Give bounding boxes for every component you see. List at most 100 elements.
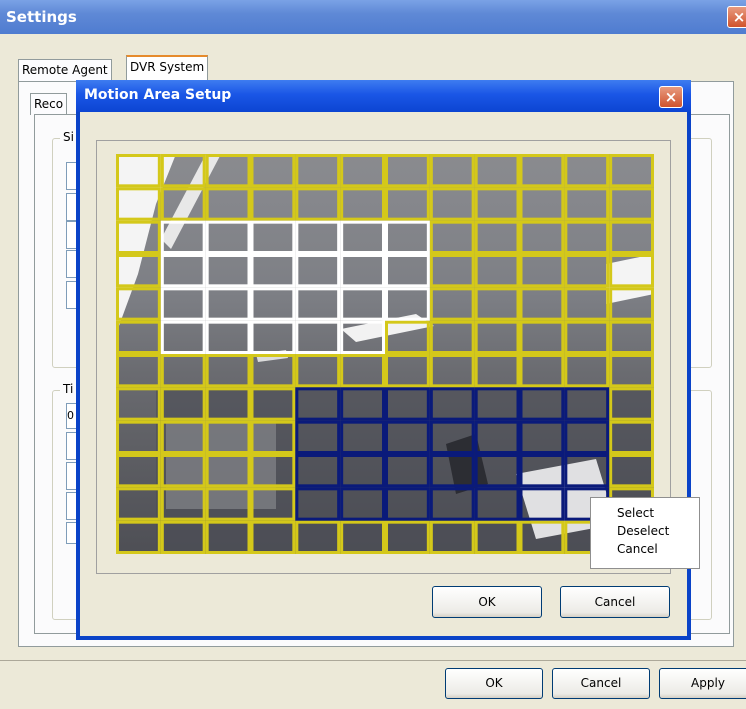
grid-cell-default[interactable] — [160, 154, 206, 188]
grid-cell-default[interactable] — [250, 420, 296, 455]
grid-cell-masked[interactable] — [519, 454, 565, 488]
grid-cell-masked[interactable] — [385, 454, 430, 488]
motion-ok-button[interactable]: OK — [432, 586, 542, 618]
grid-cell-default[interactable] — [474, 220, 520, 254]
grid-cell-selected[interactable] — [385, 287, 430, 321]
grid-cell-default[interactable] — [116, 287, 161, 321]
grid-cell-default[interactable] — [385, 520, 430, 554]
grid-cell-selected[interactable] — [160, 320, 206, 354]
grid-cell-masked[interactable] — [295, 420, 341, 455]
grid-cell-default[interactable] — [205, 387, 251, 421]
grid-cell-default[interactable] — [474, 354, 520, 388]
grid-cell-default[interactable] — [474, 154, 520, 188]
grid-cell-selected[interactable] — [385, 254, 430, 288]
tab-dvr-system[interactable]: DVR System — [126, 55, 209, 81]
grid-cell-default[interactable] — [116, 320, 161, 354]
grid-cell-masked[interactable] — [564, 387, 610, 421]
grid-cell-default[interactable] — [609, 220, 654, 254]
grid-cell-default[interactable] — [564, 354, 610, 388]
grid-cell-default[interactable] — [609, 254, 654, 288]
settings-cancel-button[interactable]: Cancel — [552, 668, 650, 699]
grid-cell-default[interactable] — [609, 387, 654, 421]
motion-grid[interactable] — [116, 154, 654, 554]
grid-cell-default[interactable] — [519, 154, 565, 188]
grid-cell-default[interactable] — [609, 287, 654, 321]
grid-cell-default[interactable] — [519, 287, 565, 321]
grid-cell-default[interactable] — [609, 320, 654, 354]
camera-preview[interactable] — [116, 154, 654, 554]
grid-cell-selected[interactable] — [295, 254, 341, 288]
grid-cell-default[interactable] — [474, 320, 520, 354]
grid-cell-masked[interactable] — [519, 487, 565, 521]
grid-cell-default[interactable] — [205, 187, 251, 221]
grid-cell-default[interactable] — [519, 354, 565, 388]
grid-cell-default[interactable] — [205, 520, 251, 554]
grid-cell-default[interactable] — [609, 454, 654, 488]
grid-cell-default[interactable] — [250, 354, 296, 388]
grid-cell-default[interactable] — [205, 354, 251, 388]
grid-cell-selected[interactable] — [340, 254, 385, 288]
grid-cell-masked[interactable] — [474, 387, 520, 421]
grid-cell-default[interactable] — [160, 420, 206, 455]
grid-cell-masked[interactable] — [429, 387, 475, 421]
grid-cell-default[interactable] — [429, 520, 475, 554]
grid-cell-default[interactable] — [340, 354, 385, 388]
grid-cell-selected[interactable] — [160, 287, 206, 321]
grid-cell-default[interactable] — [519, 254, 565, 288]
grid-cell-masked[interactable] — [340, 454, 385, 488]
grid-cell-default[interactable] — [250, 154, 296, 188]
grid-cell-masked[interactable] — [295, 387, 341, 421]
grid-cell-default[interactable] — [429, 354, 475, 388]
grid-cell-default[interactable] — [519, 520, 565, 554]
motion-close-button[interactable]: × — [659, 86, 683, 108]
menu-item-cancel[interactable]: Cancel — [591, 540, 699, 558]
grid-cell-default[interactable] — [295, 187, 341, 221]
grid-cell-selected[interactable] — [340, 320, 385, 354]
grid-cell-selected[interactable] — [205, 320, 251, 354]
grid-cell-default[interactable] — [340, 187, 385, 221]
grid-cell-selected[interactable] — [205, 220, 251, 254]
grid-cell-default[interactable] — [385, 154, 430, 188]
grid-cell-default[interactable] — [205, 454, 251, 488]
grid-cell-default[interactable] — [519, 220, 565, 254]
grid-cell-masked[interactable] — [340, 387, 385, 421]
grid-cell-default[interactable] — [116, 354, 161, 388]
grid-cell-default[interactable] — [519, 320, 565, 354]
settings-apply-button[interactable]: Apply — [659, 668, 746, 699]
grid-cell-default[interactable] — [160, 487, 206, 521]
grid-cell-default[interactable] — [205, 154, 251, 188]
grid-cell-default[interactable] — [609, 354, 654, 388]
grid-cell-selected[interactable] — [250, 320, 296, 354]
grid-cell-default[interactable] — [116, 154, 161, 188]
grid-cell-default[interactable] — [250, 187, 296, 221]
grid-cell-default[interactable] — [474, 187, 520, 221]
grid-cell-default[interactable] — [295, 520, 341, 554]
settings-close-button[interactable]: × — [727, 6, 746, 28]
motion-cancel-button[interactable]: Cancel — [560, 586, 670, 618]
grid-cell-default[interactable] — [160, 520, 206, 554]
grid-cell-selected[interactable] — [250, 287, 296, 321]
grid-cell-masked[interactable] — [519, 420, 565, 455]
grid-cell-masked[interactable] — [564, 454, 610, 488]
grid-cell-masked[interactable] — [385, 387, 430, 421]
grid-cell-default[interactable] — [116, 520, 161, 554]
grid-cell-selected[interactable] — [385, 220, 430, 254]
grid-cell-default[interactable] — [250, 520, 296, 554]
grid-cell-default[interactable] — [474, 520, 520, 554]
grid-cell-masked[interactable] — [385, 420, 430, 455]
grid-cell-default[interactable] — [160, 387, 206, 421]
grid-cell-default[interactable] — [116, 254, 161, 288]
grid-cell-default[interactable] — [116, 220, 161, 254]
grid-cell-default[interactable] — [429, 220, 475, 254]
grid-cell-selected[interactable] — [160, 254, 206, 288]
grid-cell-default[interactable] — [429, 287, 475, 321]
grid-cell-default[interactable] — [116, 487, 161, 521]
grid-cell-default[interactable] — [295, 354, 341, 388]
grid-cell-default[interactable] — [385, 320, 430, 354]
grid-cell-default[interactable] — [116, 187, 161, 221]
grid-cell-masked[interactable] — [474, 454, 520, 488]
grid-cell-default[interactable] — [564, 254, 610, 288]
menu-item-select[interactable]: Select — [591, 504, 699, 522]
grid-cell-default[interactable] — [340, 520, 385, 554]
grid-cell-default[interactable] — [160, 187, 206, 221]
